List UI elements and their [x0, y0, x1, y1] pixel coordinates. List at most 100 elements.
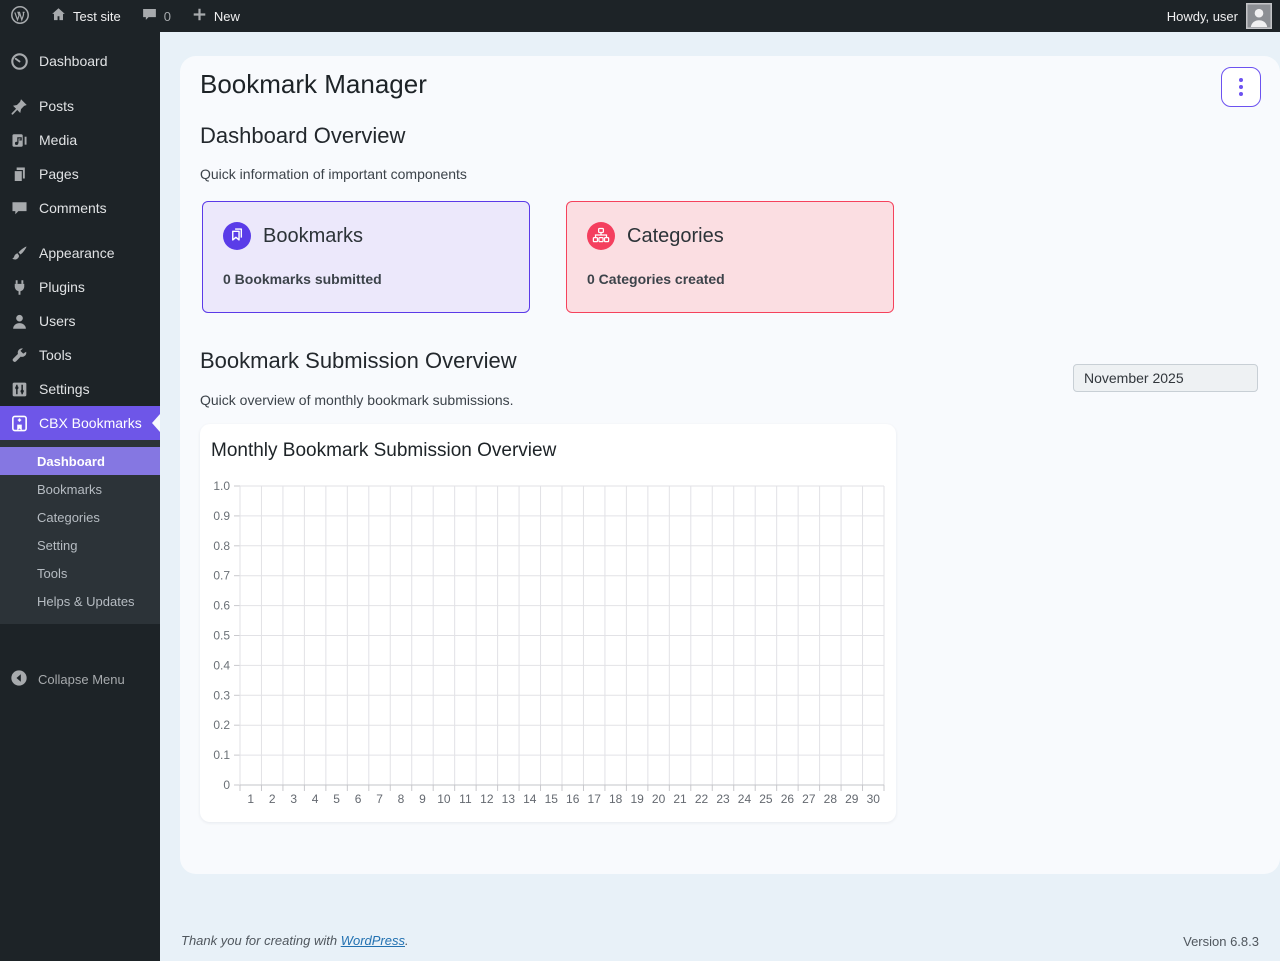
- svg-text:4: 4: [312, 792, 319, 806]
- collapse-arrow-icon: [10, 669, 28, 690]
- sidebar-item-label: Pages: [39, 166, 79, 182]
- card-stat: 0 Categories created: [587, 271, 873, 287]
- sidebar-sub-helps-updates[interactable]: Helps & Updates: [0, 587, 160, 615]
- sidebar-item-appearance[interactable]: Appearance: [0, 236, 160, 270]
- sidebar-item-posts[interactable]: Posts: [0, 89, 160, 123]
- svg-text:9: 9: [419, 792, 426, 806]
- appearance-icon: [9, 243, 29, 263]
- wordpress-link[interactable]: WordPress: [341, 933, 405, 948]
- bookmark-icon: [223, 222, 251, 250]
- admin-menu: Dashboard Posts Media Pages Comments Appearan…: [0, 32, 160, 406]
- sidebar-item-tools[interactable]: Tools: [0, 338, 160, 372]
- svg-text:1.0: 1.0: [213, 479, 230, 493]
- comments-shortcut[interactable]: 0: [131, 0, 181, 32]
- svg-text:5: 5: [333, 792, 340, 806]
- comment-bubble-icon: [141, 6, 158, 26]
- sidebar-item-label: Posts: [39, 98, 74, 114]
- sidebar-item-settings[interactable]: Settings: [0, 372, 160, 406]
- svg-text:24: 24: [738, 792, 752, 806]
- kebab-dot: [1239, 92, 1243, 96]
- footer-version: Version 6.8.3: [1183, 934, 1259, 949]
- svg-text:28: 28: [824, 792, 838, 806]
- svg-text:11: 11: [459, 792, 472, 806]
- card-title: Categories: [627, 225, 724, 248]
- sidebar-item-plugins[interactable]: Plugins: [0, 270, 160, 304]
- wordpress-logo-icon: [10, 5, 30, 28]
- howdy-user[interactable]: Howdy, user: [1167, 9, 1238, 24]
- users-icon: [9, 311, 29, 331]
- pages-icon: [9, 164, 29, 184]
- sidebar-sub-setting[interactable]: Setting: [0, 531, 160, 559]
- svg-text:10: 10: [437, 792, 451, 806]
- svg-text:0.6: 0.6: [213, 599, 230, 613]
- sidebar-item-label: Plugins: [39, 279, 85, 295]
- admin-sidebar: Dashboard Posts Media Pages Comments Appearan…: [0, 32, 160, 961]
- media-icon: [9, 130, 29, 150]
- home-icon: [50, 6, 67, 26]
- svg-text:17: 17: [588, 792, 602, 806]
- wordpress-menu[interactable]: [0, 0, 40, 32]
- card-title: Bookmarks: [263, 225, 363, 248]
- dashboard-icon: [9, 51, 29, 71]
- svg-text:23: 23: [716, 792, 730, 806]
- sidebar-sub-categories[interactable]: Categories: [0, 503, 160, 531]
- settings-icon: [9, 379, 29, 399]
- tools-icon: [9, 345, 29, 365]
- svg-text:16: 16: [566, 792, 580, 806]
- sidebar-item-comments[interactable]: Comments: [0, 191, 160, 225]
- sidebar-sub-bookmarks[interactable]: Bookmarks: [0, 475, 160, 503]
- svg-text:18: 18: [609, 792, 623, 806]
- month-picker-input[interactable]: [1073, 364, 1258, 392]
- svg-text:12: 12: [480, 792, 494, 806]
- svg-text:8: 8: [398, 792, 405, 806]
- page-title: Bookmark Manager: [200, 69, 427, 100]
- current-menu-arrow: [152, 414, 160, 432]
- sidebar-item-dashboard[interactable]: Dashboard: [0, 44, 160, 78]
- sidebar-sub-tools[interactable]: Tools: [0, 559, 160, 587]
- submission-title: Bookmark Submission Overview: [200, 348, 517, 374]
- sidebar-sub-dashboard[interactable]: Dashboard: [0, 447, 160, 475]
- svg-text:2: 2: [269, 792, 276, 806]
- new-content-menu[interactable]: New: [181, 0, 250, 32]
- overview-subtitle: Quick information of important component…: [200, 166, 467, 182]
- svg-text:15: 15: [545, 792, 559, 806]
- visit-site-link[interactable]: Test site: [40, 0, 131, 32]
- collapse-menu-button[interactable]: Collapse Menu: [0, 665, 160, 693]
- svg-text:0.3: 0.3: [213, 688, 230, 702]
- card-stat: 0 Bookmarks submitted: [223, 271, 509, 287]
- submission-subtitle: Quick overview of monthly bookmark submi…: [200, 392, 514, 408]
- svg-text:0.4: 0.4: [213, 658, 230, 672]
- svg-text:0: 0: [223, 778, 230, 792]
- svg-text:25: 25: [759, 792, 773, 806]
- svg-text:3: 3: [290, 792, 297, 806]
- chart-card: Monthly Bookmark Submission Overview 1.0…: [200, 424, 896, 822]
- submission-chart: 1.00.90.80.70.60.50.40.30.20.10123456789…: [200, 478, 896, 818]
- sidebar-item-label: Dashboard: [39, 53, 108, 69]
- avatar[interactable]: [1246, 3, 1272, 29]
- categories-stat-card: Categories 0 Categories created: [566, 201, 894, 313]
- sidebar-item-media[interactable]: Media: [0, 123, 160, 157]
- svg-text:6: 6: [355, 792, 362, 806]
- sidebar-item-cbx-bookmarks[interactable]: CBX Bookmarks: [0, 406, 160, 440]
- bookmarks-stat-card: Bookmarks 0 Bookmarks submitted: [202, 201, 530, 313]
- sidebar-item-users[interactable]: Users: [0, 304, 160, 338]
- sidebar-item-label: Media: [39, 132, 77, 148]
- kebab-dot: [1239, 85, 1243, 89]
- svg-text:13: 13: [502, 792, 516, 806]
- svg-text:0.2: 0.2: [213, 718, 230, 732]
- sidebar-item-pages[interactable]: Pages: [0, 157, 160, 191]
- kebab-menu-button[interactable]: [1221, 67, 1261, 107]
- sidebar-item-label: CBX Bookmarks: [39, 415, 142, 431]
- plus-icon: [191, 6, 208, 26]
- sidebar-item-label: Appearance: [39, 245, 115, 261]
- svg-text:14: 14: [523, 792, 537, 806]
- svg-text:0.9: 0.9: [213, 509, 230, 523]
- sidebar-item-label: Comments: [39, 200, 107, 216]
- sidebar-item-label: Settings: [39, 381, 90, 397]
- stat-cards: Bookmarks 0 Bookmarks submitted Categori…: [202, 201, 894, 313]
- menu-separator: [0, 78, 160, 89]
- new-label: New: [214, 9, 240, 24]
- cbx-submenu: DashboardBookmarksCategoriesSettingTools…: [0, 440, 160, 624]
- svg-text:0.1: 0.1: [213, 748, 230, 762]
- comments-count: 0: [164, 9, 171, 24]
